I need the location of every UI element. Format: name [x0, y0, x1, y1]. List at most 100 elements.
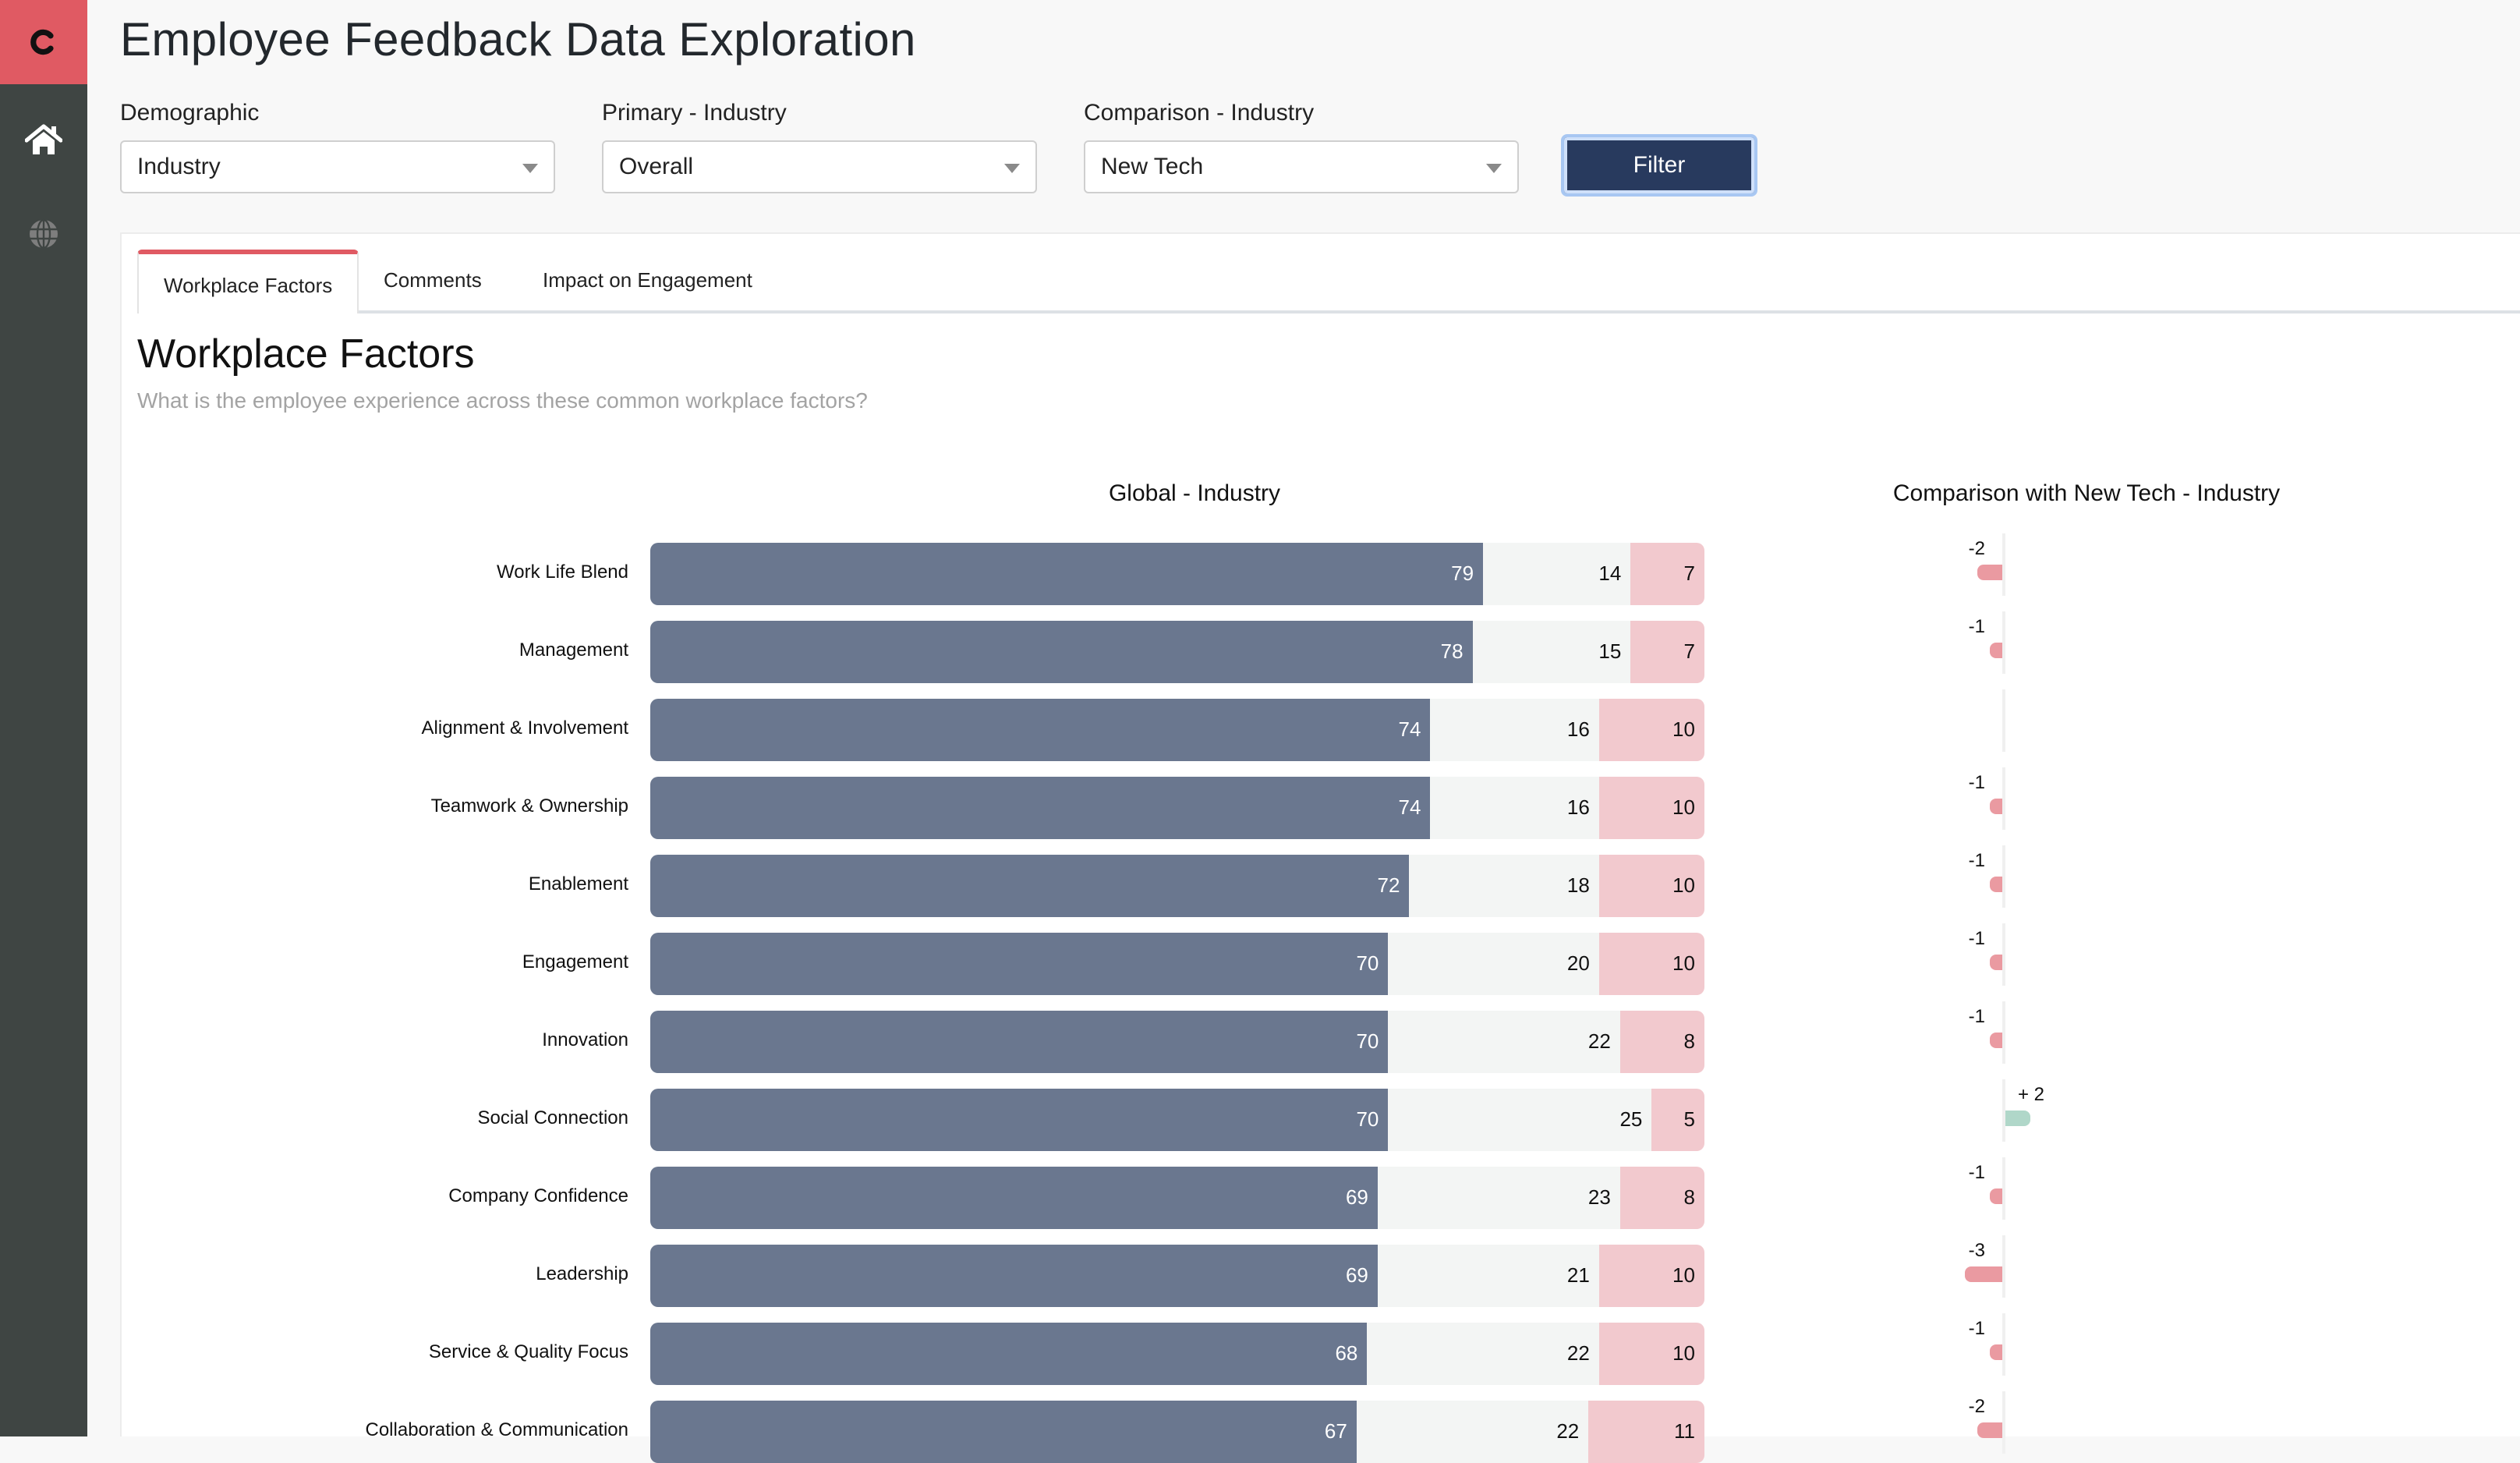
negative-diff-bar: [1965, 1266, 2002, 1282]
row-label: Social Connection: [477, 1107, 628, 1128]
diff-label: -1: [1968, 1162, 1985, 1183]
favorable-segment: 69: [650, 1167, 1378, 1229]
comparison-select[interactable]: New Tech: [1084, 140, 1519, 193]
row-label: Alignment & Involvement: [421, 717, 628, 739]
row-label: Leadership: [536, 1263, 628, 1284]
neutral-segment: 22: [1367, 1323, 1599, 1385]
diff-label: -1: [1968, 772, 1985, 793]
data-label: 10: [1672, 1341, 1695, 1365]
stacked-bar[interactable]: 67 22 11: [650, 1401, 1704, 1463]
tab-impact-on-engagement[interactable]: Impact on Engagement: [518, 250, 777, 310]
demographic-value: Industry: [137, 154, 221, 179]
diff-label: -2: [1968, 538, 1985, 559]
primary-filter: Primary - Industry Overall: [602, 100, 1037, 193]
positive-diff-bar: [2005, 1111, 2030, 1126]
unfavorable-segment: 11: [1588, 1401, 1704, 1463]
favorable-segment: 74: [650, 699, 1431, 761]
negative-diff-bar: [1990, 1188, 2002, 1204]
data-label: 11: [1673, 1419, 1695, 1443]
comparison-value: New Tech: [1101, 154, 1204, 179]
comparison-axis-line: [2002, 767, 2005, 830]
stacked-bar[interactable]: 69 23 8: [650, 1167, 1704, 1229]
data-label: 78: [1440, 639, 1464, 663]
comparison-axis-line: [2002, 1001, 2005, 1064]
stacked-bar[interactable]: 72 18 10: [650, 855, 1704, 917]
stacked-bar[interactable]: 78 15 7: [650, 621, 1704, 683]
data-label: 10: [1672, 795, 1695, 819]
data-label: 67: [1324, 1419, 1347, 1443]
comparison-label: Comparison - Industry: [1084, 100, 1315, 126]
globe-icon: [30, 218, 58, 250]
favorable-segment: 79: [650, 543, 1484, 605]
neutral-segment: 15: [1472, 621, 1631, 683]
data-label: 22: [1566, 1341, 1590, 1365]
diff-label: -1: [1968, 850, 1985, 871]
comparison-axis-line: [2002, 1235, 2005, 1298]
row-label: Management: [519, 639, 628, 661]
favorable-segment: 67: [650, 1401, 1357, 1463]
stacked-bar[interactable]: 74 16 10: [650, 699, 1704, 761]
unfavorable-segment: 10: [1598, 1245, 1704, 1307]
stacked-bar[interactable]: 70 22 8: [650, 1011, 1704, 1073]
section-title: Workplace Factors: [137, 331, 475, 377]
main-content: Employee Feedback Data Exploration Demog…: [87, 0, 2520, 1463]
data-label: 10: [1672, 873, 1695, 897]
data-label: 74: [1398, 717, 1421, 741]
unfavorable-segment: 10: [1598, 855, 1704, 917]
tab-comments[interactable]: Comments: [359, 250, 507, 310]
data-label: 70: [1356, 1107, 1379, 1131]
demographic-select[interactable]: Industry: [120, 140, 555, 193]
comparison-axis-line: [2002, 923, 2005, 986]
stacked-bar[interactable]: 74 16 10: [650, 777, 1704, 839]
diff-label: + 2: [2018, 1084, 2045, 1105]
tab-workplace-factors[interactable]: Workplace Factors: [137, 250, 359, 314]
nav-global[interactable]: [0, 187, 87, 281]
data-label: 14: [1598, 561, 1622, 585]
comparison-axis-line: [2002, 611, 2005, 674]
favorable-segment: 69: [650, 1245, 1378, 1307]
negative-diff-bar: [1977, 1422, 2002, 1438]
nav-home[interactable]: [0, 94, 87, 187]
favorable-segment: 70: [650, 1011, 1389, 1073]
primary-select[interactable]: Overall: [602, 140, 1037, 193]
negative-diff-bar: [1990, 643, 2002, 658]
diff-label: -1: [1968, 1318, 1985, 1339]
comparison-chart-title: Comparison with New Tech - Industry: [1892, 480, 2281, 506]
neutral-segment: 18: [1409, 855, 1599, 917]
data-label: 23: [1587, 1185, 1611, 1209]
row-label: Company Confidence: [448, 1185, 628, 1206]
filter-button[interactable]: Filter: [1561, 134, 1757, 197]
data-label: 68: [1335, 1341, 1358, 1365]
neutral-segment: 16: [1430, 699, 1599, 761]
comparison-filter: Comparison - Industry New Tech: [1084, 100, 1519, 193]
page-title: Employee Feedback Data Exploration: [120, 13, 916, 66]
comparison-axis-line: [2002, 845, 2005, 908]
unfavorable-segment: 8: [1619, 1011, 1704, 1073]
primary-label: Primary - Industry: [602, 100, 787, 126]
data-label: 70: [1356, 1029, 1379, 1053]
negative-diff-bar: [1990, 955, 2002, 970]
neutral-segment: 23: [1377, 1167, 1620, 1229]
negative-diff-bar: [1990, 799, 2002, 814]
stacked-bar[interactable]: 69 21 10: [650, 1245, 1704, 1307]
negative-diff-bar: [1977, 565, 2002, 580]
row-label: Engagement: [522, 951, 628, 972]
data-label: 25: [1619, 1107, 1643, 1131]
data-label: 10: [1672, 1263, 1695, 1287]
diff-label: -1: [1968, 616, 1985, 637]
stacked-bar[interactable]: 70 20 10: [650, 933, 1704, 995]
stacked-bar[interactable]: 70 25 5: [650, 1089, 1704, 1151]
stacked-bar[interactable]: 79 14 7: [650, 543, 1704, 605]
data-label: 79: [1451, 561, 1474, 585]
diff-label: -1: [1968, 928, 1985, 949]
data-label: 15: [1598, 639, 1622, 663]
data-label: 10: [1672, 951, 1695, 975]
data-label: 70: [1356, 951, 1379, 975]
data-label: 22: [1587, 1029, 1611, 1053]
stacked-bar[interactable]: 68 22 10: [650, 1323, 1704, 1385]
row-label: Service & Quality Focus: [428, 1341, 628, 1362]
global-chart-title: Global - Industry: [1108, 480, 1281, 506]
brand-logo[interactable]: [0, 0, 87, 84]
data-label: 72: [1377, 873, 1400, 897]
diff-label: -3: [1968, 1240, 1985, 1261]
